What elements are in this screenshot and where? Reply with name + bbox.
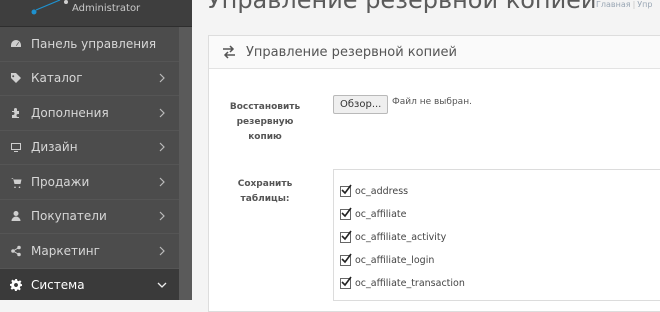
sidebar-item-label: Дизайн (31, 140, 78, 155)
table-name: oc_affiliate (355, 208, 407, 220)
panel-title: Управление резервной копией (246, 44, 457, 60)
sidebar-item-label: Каталог (31, 71, 83, 86)
monitor-icon (9, 140, 23, 154)
sidebar-brand: Administrator (0, 0, 192, 27)
dashboard-icon (9, 37, 23, 51)
chevron-down-icon (157, 282, 167, 289)
exchange-icon (223, 45, 235, 59)
tables-list[interactable]: oc_address oc_affiliate oc_affiliate_act… (333, 169, 660, 301)
sidebar-item-label: Система (31, 278, 85, 293)
file-status: Файл не выбран. (392, 97, 472, 107)
browse-file-button[interactable]: Обзор... (333, 95, 389, 114)
cart-icon (9, 175, 23, 189)
restore-label: Восстановить резервную копию (219, 100, 311, 145)
sidebar-item-system[interactable]: Система (0, 268, 179, 300)
breadcrumb-separator: | (632, 0, 636, 9)
checkmark-icon (341, 253, 352, 263)
table-name: oc_affiliate_transaction (355, 277, 465, 289)
sidebar-item-label: Панель управления (31, 36, 157, 51)
puzzle-icon (9, 106, 23, 120)
breadcrumb: Главная | Упр (596, 0, 652, 9)
sidebar-item-marketing[interactable]: Маркетинг (0, 234, 179, 269)
page-title: Управление резервной копией (207, 0, 597, 14)
panel-heading: Управление резервной копией (209, 36, 660, 69)
table-name: oc_address (355, 185, 409, 197)
table-name: oc_affiliate_activity (355, 231, 447, 243)
backup-panel: Управление резервной копией Восстановить… (208, 35, 660, 312)
save-tables-label-line: Сохранить (237, 179, 293, 189)
checkmark-icon (341, 184, 352, 194)
table-checkbox-row[interactable]: oc_affiliate (340, 207, 406, 221)
sidebar-item-design[interactable]: Дизайн (0, 131, 179, 165)
share-icon (9, 244, 23, 258)
sidebar-item-extensions[interactable]: Дополнения (0, 96, 179, 131)
checkbox[interactable] (340, 276, 352, 289)
save-tables-label-line: таблицы: (240, 194, 290, 204)
restore-label-line: Восстановить (229, 102, 301, 112)
save-tables-label: Сохранить таблицы: (219, 177, 311, 207)
chevron-right-icon (159, 142, 165, 152)
table-checkbox-row[interactable]: oc_affiliate_activity (340, 230, 446, 244)
user-icon (9, 209, 23, 223)
restore-label-line: резервную (236, 117, 294, 127)
sidebar-item-label: Покупатели (31, 209, 107, 224)
sidebar-item-label: Маркетинг (31, 243, 100, 258)
checkbox[interactable] (340, 230, 352, 243)
tag-icon (9, 71, 23, 85)
table-checkbox-row[interactable]: oc_affiliate_login (340, 253, 434, 267)
breadcrumb-current[interactable]: Упр (637, 0, 652, 9)
table-name: oc_affiliate_login (355, 254, 435, 266)
checkmark-icon (341, 207, 352, 217)
sidebar-item-customers[interactable]: Покупатели (0, 200, 179, 234)
sidebar-item-catalog[interactable]: Каталог (0, 62, 179, 96)
chevron-right-icon (159, 108, 165, 118)
sidebar-item-label: Дополнения (31, 105, 109, 120)
user-role: Administrator (72, 3, 141, 14)
table-checkbox-row[interactable]: oc_address (340, 184, 408, 198)
checkmark-icon (341, 230, 352, 240)
chevron-right-icon (159, 73, 165, 83)
checkmark-icon (341, 276, 352, 286)
gear-icon (9, 278, 23, 292)
sidebar-menu: Панель управления Каталог Дополнения Диз… (0, 27, 179, 300)
checkbox[interactable] (340, 253, 352, 266)
checkbox[interactable] (340, 207, 352, 220)
chevron-right-icon (159, 211, 165, 221)
sidebar-scrollbar[interactable] (179, 27, 192, 300)
sidebar-item-label: Продажи (31, 174, 90, 189)
logo-icon (31, 0, 68, 15)
checkbox[interactable] (340, 184, 352, 197)
restore-label-line: копию (248, 132, 282, 142)
sidebar-item-dashboard[interactable]: Панель управления (0, 27, 179, 62)
table-checkbox-row[interactable]: oc_affiliate_transaction (340, 276, 465, 290)
sidebar: Administrator Панель управления Каталог … (0, 0, 192, 300)
breadcrumb-home[interactable]: Главная (596, 0, 631, 9)
chevron-right-icon (159, 177, 165, 187)
chevron-right-icon (159, 246, 165, 256)
sidebar-item-sales[interactable]: Продажи (0, 165, 179, 200)
